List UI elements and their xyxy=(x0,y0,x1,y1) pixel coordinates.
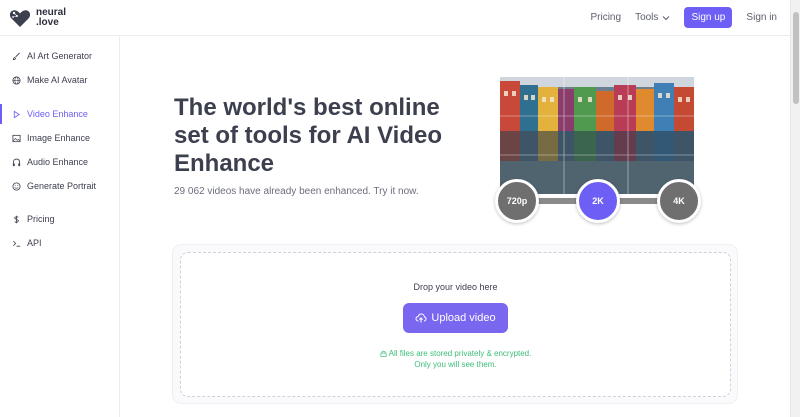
sidebar-item-make-ai-avatar[interactable]: Make AI Avatar xyxy=(0,70,119,90)
sidebar-item-label: Audio Enhance xyxy=(27,157,89,167)
sidebar-item-label: Make AI Avatar xyxy=(27,75,88,85)
top-navigation-bar: neural .love Pricing Tools Sign up Sign … xyxy=(0,0,790,36)
video-dropzone[interactable]: Drop your video here Upload video All fi… xyxy=(180,252,731,397)
resolution-2k-button[interactable]: 2K xyxy=(576,179,620,223)
cloud-upload-icon xyxy=(415,313,427,323)
image-icon xyxy=(12,134,21,142)
sidebar-item-label: API xyxy=(27,238,42,248)
enhanced-count-text: 29 062 videos have already been enhanced… xyxy=(174,186,419,197)
resolution-720p-button[interactable]: 720p xyxy=(495,179,539,223)
header-nav: Pricing Tools Sign up Sign in xyxy=(590,7,777,28)
sidebar-item-label: AI Art Generator xyxy=(27,51,93,61)
sidebar-item-ai-art-generator[interactable]: AI Art Generator xyxy=(0,46,119,66)
scrollbar-thumb[interactable] xyxy=(793,12,799,104)
page-headline: The world's best online set of tools for… xyxy=(174,94,443,177)
sidebar-item-api[interactable]: API xyxy=(0,233,119,253)
upload-video-button[interactable]: Upload video xyxy=(403,303,508,333)
sidebar-item-generate-portrait[interactable]: Generate Portrait xyxy=(0,176,119,196)
sidebar-item-label: Pricing xyxy=(27,214,55,224)
nav-pricing-link[interactable]: Pricing xyxy=(590,12,621,23)
logo[interactable]: neural .love xyxy=(8,6,66,30)
headphones-icon xyxy=(12,158,21,166)
sidebar-item-label: Image Enhance xyxy=(27,133,91,143)
upload-video-label: Upload video xyxy=(431,312,496,324)
privacy-line-2: Only you will see them. xyxy=(414,360,497,369)
sidebar: AI Art Generator Make AI Avatar Video En… xyxy=(0,36,120,417)
lock-icon xyxy=(380,350,387,357)
hero-image-colorful-houses xyxy=(500,77,694,194)
sidebar-item-image-enhance[interactable]: Image Enhance xyxy=(0,128,119,148)
smile-icon xyxy=(12,181,21,191)
sidebar-item-label: Generate Portrait xyxy=(27,181,97,191)
chevron-down-icon xyxy=(663,15,670,20)
sign-in-link[interactable]: Sign in xyxy=(746,12,777,23)
nav-tools-label: Tools xyxy=(635,12,659,23)
nav-tools-dropdown[interactable]: Tools xyxy=(635,12,670,23)
heart-brain-logo-icon xyxy=(9,10,31,27)
brush-icon xyxy=(12,52,20,60)
play-icon xyxy=(13,110,20,118)
sidebar-item-video-enhance[interactable]: Video Enhance xyxy=(0,104,119,124)
drop-label: Drop your video here xyxy=(413,282,498,292)
dollar-icon xyxy=(14,215,19,223)
sidebar-item-pricing[interactable]: Pricing xyxy=(0,209,119,229)
sign-up-button[interactable]: Sign up xyxy=(684,7,733,28)
globe-icon xyxy=(12,75,21,85)
logo-line-2: .love xyxy=(36,17,59,28)
logo-text: neural .love xyxy=(36,8,66,28)
page-scrollbar[interactable] xyxy=(790,0,800,417)
terminal-icon xyxy=(13,240,21,247)
privacy-line-1: All files are stored privately & encrypt… xyxy=(181,348,730,359)
resolution-4k-button[interactable]: 4K xyxy=(657,179,701,223)
sidebar-item-label: Video Enhance xyxy=(27,109,88,119)
sidebar-item-audio-enhance[interactable]: Audio Enhance xyxy=(0,152,119,172)
privacy-note: All files are stored privately & encrypt… xyxy=(181,348,730,370)
privacy-line-1-text: All files are stored privately & encrypt… xyxy=(388,349,532,358)
